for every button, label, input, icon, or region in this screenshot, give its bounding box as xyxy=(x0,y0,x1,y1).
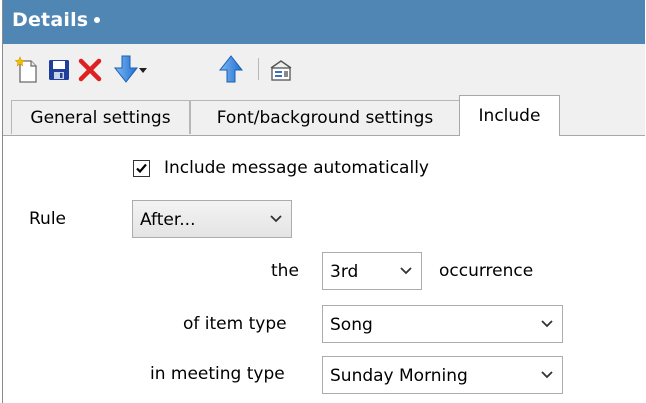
chevron-down-icon xyxy=(541,371,553,379)
modified-indicator-dot xyxy=(94,16,101,23)
dropdown-caret-icon xyxy=(139,68,147,73)
rule-dropdown[interactable]: After... xyxy=(132,200,292,238)
properties-button[interactable] xyxy=(265,52,297,88)
tab-strip: General settings Font/background setting… xyxy=(3,94,645,136)
move-up-button[interactable] xyxy=(215,51,247,87)
occurrence-label: occurrence xyxy=(439,261,534,281)
item-type-value: Song xyxy=(330,315,373,335)
delete-icon xyxy=(78,58,102,82)
item-type-dropdown[interactable]: Song xyxy=(322,305,563,343)
panel-title: Details xyxy=(12,9,101,31)
tab-general-settings[interactable]: General settings xyxy=(11,100,190,134)
item-type-label: of item type xyxy=(183,314,287,334)
include-tab-content: Include message automatically Rule After… xyxy=(3,135,645,403)
auto-include-label: Include message automatically xyxy=(164,158,429,178)
the-label: the xyxy=(271,261,299,281)
panel-title-text: Details xyxy=(12,9,89,31)
new-button[interactable] xyxy=(11,52,43,88)
toolbar xyxy=(3,44,645,94)
meeting-type-label: in meeting type xyxy=(150,364,285,384)
rule-value: After... xyxy=(140,210,196,230)
meeting-type-dropdown[interactable]: Sunday Morning xyxy=(322,356,563,394)
tab-include[interactable]: Include xyxy=(459,95,560,136)
move-down-menu-button[interactable] xyxy=(135,52,151,88)
new-document-icon xyxy=(14,56,37,83)
save-icon xyxy=(49,60,69,80)
arrow-up-icon xyxy=(218,55,244,83)
tab-label: Font/background settings xyxy=(216,107,434,128)
rule-label: Rule xyxy=(29,209,67,229)
occurrence-dropdown[interactable]: 3rd xyxy=(322,252,422,290)
tab-label: General settings xyxy=(30,107,171,128)
checkmark-icon xyxy=(136,163,147,173)
toolbar-separator xyxy=(258,58,259,80)
meeting-type-value: Sunday Morning xyxy=(330,366,468,386)
delete-button[interactable] xyxy=(74,52,106,88)
tab-font-background-settings[interactable]: Font/background settings xyxy=(190,100,460,134)
chevron-down-icon xyxy=(541,320,553,328)
chevron-down-icon xyxy=(400,267,412,275)
chevron-down-icon xyxy=(270,215,282,223)
title-bar: Details xyxy=(3,0,645,44)
save-button[interactable] xyxy=(43,52,75,88)
auto-include-row[interactable]: Include message automatically xyxy=(133,156,429,180)
tab-label: Include xyxy=(478,106,541,126)
details-panel: Details General settings Font/background… xyxy=(2,0,645,403)
occurrence-value: 3rd xyxy=(330,262,359,282)
properties-icon xyxy=(270,60,292,81)
auto-include-checkbox[interactable] xyxy=(133,159,150,177)
